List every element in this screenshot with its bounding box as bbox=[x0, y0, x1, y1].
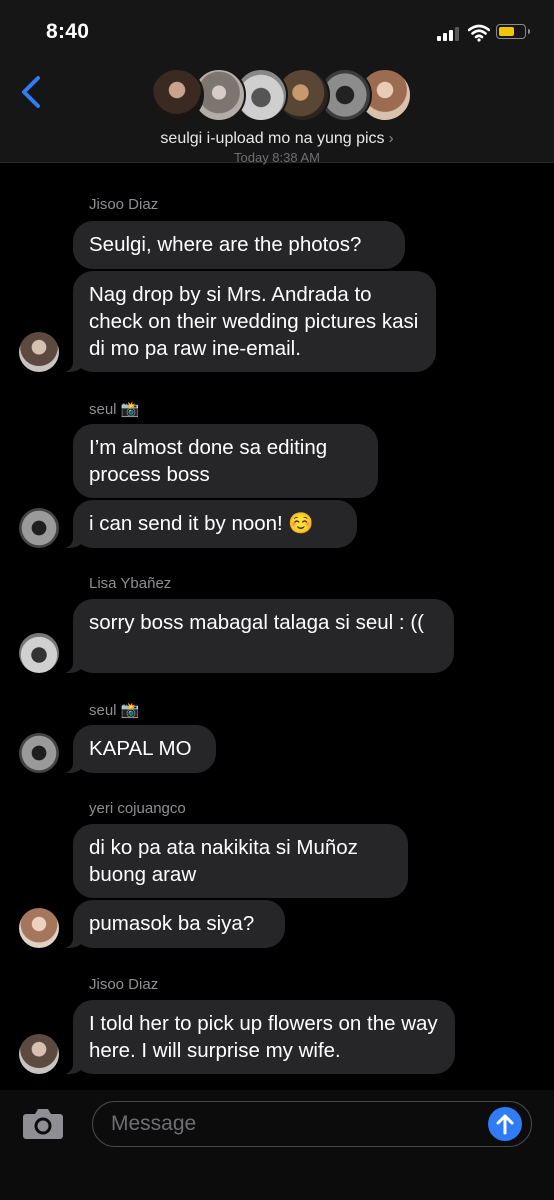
sender-name: Jisoo Diaz bbox=[89, 196, 159, 213]
message-bubble[interactable]: Seulgi, where are the photos? bbox=[73, 221, 405, 269]
avatar bbox=[19, 508, 59, 548]
avatar bbox=[19, 733, 59, 773]
message-bubble[interactable]: sorry boss mabagal talaga si seul : (( bbox=[63, 599, 454, 673]
sender-name: Jisoo Diaz bbox=[89, 976, 159, 993]
message-text: Nag drop by si Mrs. Andrada to check on … bbox=[89, 283, 419, 360]
message-bubble[interactable]: KAPAL MO bbox=[63, 725, 216, 773]
message-input[interactable] bbox=[92, 1101, 532, 1147]
message-text: i can send it by noon! ☺️ bbox=[89, 512, 314, 535]
send-arrow-icon bbox=[496, 1114, 514, 1135]
status-time: 8:40 bbox=[46, 20, 90, 43]
sender-name: yeri cojuangco bbox=[89, 800, 186, 817]
avatar bbox=[19, 908, 59, 948]
message-bubble[interactable]: Nag drop by si Mrs. Andrada to check on … bbox=[63, 271, 436, 372]
message-text: KAPAL MO bbox=[89, 737, 192, 760]
message-text: sorry boss mabagal talaga si seul : (( bbox=[89, 611, 424, 634]
message-bubble[interactable]: di ko pa ata nakikita si Muñoz buong ara… bbox=[73, 824, 408, 898]
message-bubble[interactable]: i can send it by noon! ☺️ bbox=[63, 500, 357, 548]
message-text: Seulgi, where are the photos? bbox=[89, 233, 362, 256]
message-bubble[interactable]: I told her to pick up flowers on the way… bbox=[63, 1000, 455, 1074]
sender-name: seul 📸 bbox=[89, 401, 140, 418]
message-bubble[interactable]: pumasok ba siya? bbox=[63, 900, 285, 948]
sender-name: seul 📸 bbox=[89, 702, 140, 719]
avatar bbox=[150, 68, 204, 122]
message-text: I’m almost done sa editing process boss bbox=[89, 436, 328, 486]
timestamp-peek: Today 8:38 AM bbox=[234, 150, 320, 165]
group-name[interactable]: seulgi i-upload mo na yung pics › bbox=[0, 130, 554, 148]
avatar bbox=[19, 332, 59, 372]
avatar bbox=[19, 633, 59, 673]
message-text: pumasok ba siya? bbox=[89, 912, 255, 935]
message-text: I told her to pick up flowers on the way… bbox=[89, 1012, 438, 1062]
battery-icon bbox=[496, 24, 530, 39]
sender-name: Lisa Ybañez bbox=[89, 575, 172, 592]
send-button[interactable] bbox=[488, 1107, 522, 1141]
message-bubble[interactable]: I’m almost done sa editing process boss bbox=[73, 424, 378, 498]
back-chevron-icon[interactable] bbox=[18, 74, 46, 110]
camera-icon[interactable] bbox=[22, 1105, 64, 1141]
message-text: di ko pa ata nakikita si Muñoz buong ara… bbox=[89, 836, 358, 886]
group-name-label: seulgi i-upload mo na yung pics bbox=[160, 130, 385, 147]
avatar bbox=[19, 1034, 59, 1074]
wifi-icon bbox=[468, 24, 490, 42]
status-bar: 8:40 bbox=[0, 0, 554, 62]
chevron-right-icon: › bbox=[388, 130, 394, 147]
signal-icon bbox=[437, 27, 459, 41]
group-avatars[interactable] bbox=[150, 68, 412, 126]
